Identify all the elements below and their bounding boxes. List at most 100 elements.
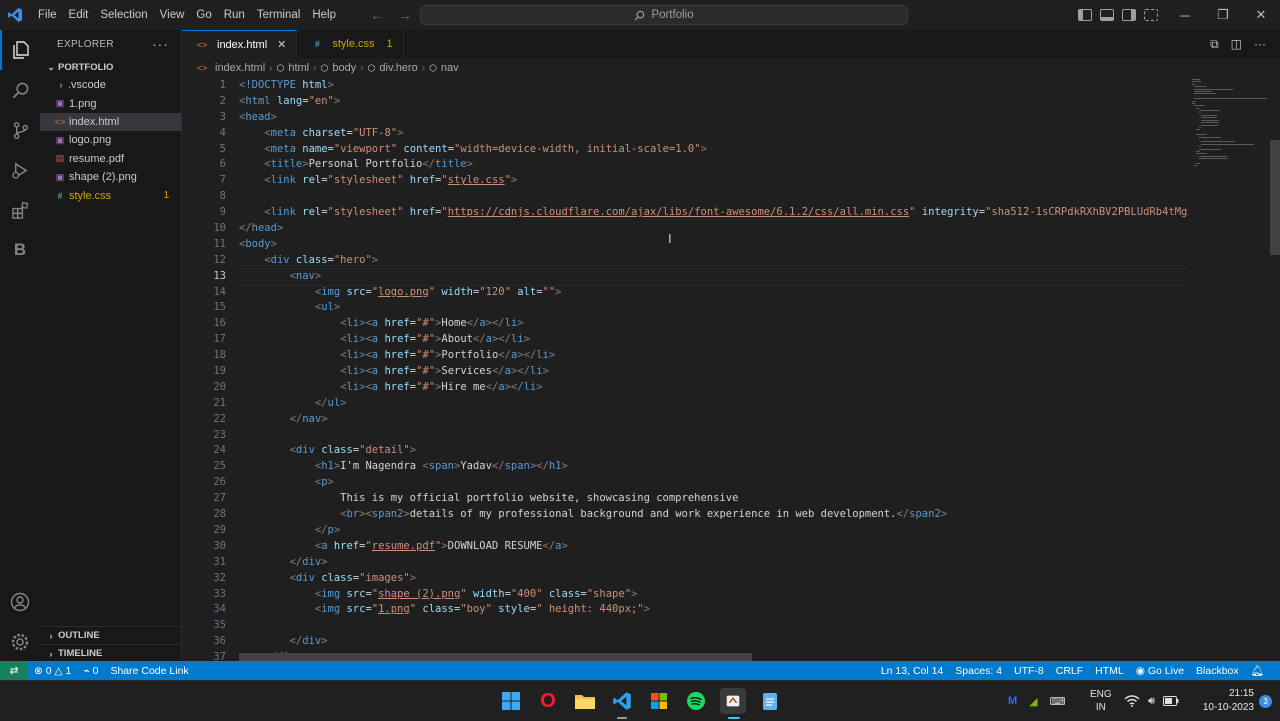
code-line[interactable]: <head> bbox=[239, 110, 1189, 126]
tree-item-1-png[interactable]: ▣ 1.png bbox=[40, 94, 181, 112]
snipping-tool-icon[interactable] bbox=[720, 688, 746, 714]
code-line[interactable]: <link rel="stylesheet" href="https://cdn… bbox=[239, 205, 1189, 221]
code-line[interactable]: <p> bbox=[239, 475, 1189, 491]
opera-browser-icon[interactable]: O bbox=[535, 688, 561, 714]
code-line[interactable]: <html lang="en"> bbox=[239, 94, 1189, 110]
code-line[interactable]: <li><a href="#">Portfolio</a></li> bbox=[239, 348, 1189, 364]
forward-arrow-icon[interactable]: → bbox=[398, 7, 412, 23]
tree-item-vscode[interactable]: › .vscode bbox=[40, 76, 181, 94]
menu-file[interactable]: File bbox=[32, 0, 63, 30]
code-line[interactable]: <nav> bbox=[239, 267, 1189, 286]
input-language[interactable]: ENG IN bbox=[1090, 681, 1112, 721]
code-line[interactable]: </ul> bbox=[239, 396, 1189, 412]
tree-item-index-html[interactable]: <> index.html bbox=[40, 112, 181, 132]
remote-icon[interactable]: ⇄ bbox=[0, 661, 28, 680]
explorer-files-icon[interactable] bbox=[0, 30, 40, 70]
go-live-button[interactable]: ◉ Go Live bbox=[1130, 665, 1190, 677]
folder-header[interactable]: ⌄ PORTFOLIO bbox=[40, 58, 181, 76]
command-center-search[interactable]: Portfolio bbox=[420, 5, 908, 25]
menu-edit[interactable]: Edit bbox=[63, 0, 95, 30]
cursor-position[interactable]: Ln 13, Col 14 bbox=[875, 665, 949, 677]
problems-indicator[interactable]: ⊗ 0 △ 1 bbox=[28, 665, 77, 677]
maximize-icon[interactable]: ❐ bbox=[1204, 0, 1242, 30]
open-changes-icon[interactable]: ⧉ bbox=[1210, 37, 1219, 52]
toggle-secondary-sidebar-icon[interactable] bbox=[1122, 9, 1136, 21]
tree-item-style-css[interactable]: # style.css 1 bbox=[40, 186, 181, 204]
customize-layout-icon[interactable] bbox=[1144, 9, 1158, 21]
code-line[interactable]: <title>Personal Portfolio</title> bbox=[239, 157, 1189, 173]
language-mode[interactable]: HTML bbox=[1089, 665, 1130, 677]
spotify-icon[interactable] bbox=[683, 688, 709, 714]
ports-indicator[interactable]: ⌁ 0 bbox=[77, 665, 104, 677]
code-line[interactable]: <link rel="stylesheet" href="style.css"> bbox=[239, 173, 1189, 189]
more-actions-icon[interactable]: ··· bbox=[152, 36, 169, 52]
code-line[interactable]: <br><span2>details of my professional ba… bbox=[239, 507, 1189, 523]
toggle-panel-icon[interactable] bbox=[1100, 9, 1114, 21]
code-line[interactable]: </div> bbox=[239, 555, 1189, 571]
share-code-link[interactable]: Share Code Link bbox=[104, 665, 194, 677]
code-line[interactable]: <meta name="viewport" content="width=dev… bbox=[239, 142, 1189, 158]
close-tab-icon[interactable]: ✕ bbox=[277, 38, 286, 51]
code-line[interactable]: <h1>I'm Nagendra <span>Yadav</span></h1> bbox=[239, 459, 1189, 475]
notepad-icon[interactable] bbox=[757, 688, 783, 714]
code-line[interactable]: <ul> bbox=[239, 300, 1189, 316]
keyboard-icon[interactable]: ⌨ bbox=[1050, 695, 1066, 708]
accounts-icon[interactable] bbox=[0, 582, 40, 622]
menu-terminal[interactable]: Terminal bbox=[251, 0, 306, 30]
source-control-icon[interactable] bbox=[0, 110, 40, 150]
code-line[interactable]: <meta charset="UTF-8"> bbox=[239, 126, 1189, 142]
code-line[interactable]: <li><a href="#">About</a></li> bbox=[239, 332, 1189, 348]
code-line[interactable] bbox=[239, 189, 1189, 205]
code-line[interactable] bbox=[239, 428, 1189, 444]
code-line[interactable]: <img src="shape (2).png" width="400" cla… bbox=[239, 587, 1189, 603]
close-window-icon[interactable]: ✕ bbox=[1242, 0, 1280, 30]
menu-view[interactable]: View bbox=[154, 0, 191, 30]
code-line[interactable]: <li><a href="#">Services</a></li> bbox=[239, 364, 1189, 380]
file-explorer-icon[interactable] bbox=[572, 688, 598, 714]
tree-item-logo-png[interactable]: ▣ logo.png bbox=[40, 131, 181, 149]
microsoft-store-icon[interactable] bbox=[646, 688, 672, 714]
code-line[interactable]: <div class="detail"> bbox=[239, 443, 1189, 459]
malwarebytes-icon[interactable]: M bbox=[1008, 695, 1017, 707]
blackbox-icon[interactable]: B bbox=[0, 230, 40, 270]
code-line[interactable]: <!DOCTYPE html> bbox=[239, 78, 1189, 94]
extensions-icon[interactable] bbox=[0, 190, 40, 230]
breadcrumb-nav[interactable]: nav bbox=[441, 62, 459, 74]
menu-go[interactable]: Go bbox=[190, 0, 217, 30]
code-line[interactable]: <li><a href="#">Home</a></li> bbox=[239, 316, 1189, 332]
back-arrow-icon[interactable]: ← bbox=[370, 7, 384, 23]
notifications-bell-icon[interactable]: 🔔︎ bbox=[1245, 664, 1270, 677]
code-area[interactable]: <!DOCTYPE html> <html lang="en"> <head> <m… bbox=[239, 78, 1189, 661]
tab-style-css[interactable]: # style.css 1 bbox=[297, 30, 404, 58]
breadcrumb-div-hero[interactable]: div.hero bbox=[379, 62, 417, 74]
code-line[interactable]: <div class="hero"> bbox=[239, 253, 1189, 269]
notification-count-badge[interactable]: 3 bbox=[1259, 695, 1272, 708]
code-line[interactable]: <img src="1.png" class="boy" style=" hei… bbox=[239, 602, 1189, 618]
windows-start-icon[interactable] bbox=[498, 688, 524, 714]
tree-item-resume-pdf[interactable]: ▤ resume.pdf bbox=[40, 150, 181, 168]
menu-run[interactable]: Run bbox=[218, 0, 251, 30]
code-line[interactable]: <li><a href="#">Hire me</a></li> bbox=[239, 380, 1189, 396]
code-line[interactable]: This is my official portfolio website, s… bbox=[239, 491, 1189, 507]
settings-gear-icon[interactable] bbox=[0, 622, 40, 662]
run-debug-icon[interactable] bbox=[0, 150, 40, 190]
encoding[interactable]: UTF-8 bbox=[1008, 665, 1050, 677]
breadcrumb-body[interactable]: body bbox=[332, 62, 356, 74]
timeline-section[interactable]: › TIMELINE bbox=[40, 644, 182, 662]
breadcrumb-file[interactable]: index.html bbox=[215, 62, 265, 74]
tab-index-html[interactable]: <> index.html ✕ bbox=[182, 30, 298, 58]
line-endings[interactable]: CRLF bbox=[1050, 665, 1089, 677]
code-line[interactable]: <body> bbox=[239, 237, 1189, 253]
blackbox-status[interactable]: Blackbox bbox=[1190, 665, 1245, 677]
breadcrumb-html[interactable]: html bbox=[288, 62, 309, 74]
nvidia-icon[interactable]: ◢ bbox=[1029, 695, 1037, 708]
more-actions-icon[interactable]: ··· bbox=[1254, 37, 1266, 52]
horizontal-scrollbar-thumb[interactable] bbox=[239, 653, 752, 661]
scrollbar-thumb[interactable] bbox=[1270, 140, 1280, 255]
minimap[interactable] bbox=[1192, 78, 1270, 198]
minimize-icon[interactable]: ─ bbox=[1166, 0, 1204, 30]
tree-item-shape-png[interactable]: ▣ shape (2).png bbox=[40, 168, 181, 186]
vscode-taskbar-icon[interactable] bbox=[609, 688, 635, 714]
menu-help[interactable]: Help bbox=[306, 0, 342, 30]
code-line[interactable]: </head> bbox=[239, 221, 1189, 237]
